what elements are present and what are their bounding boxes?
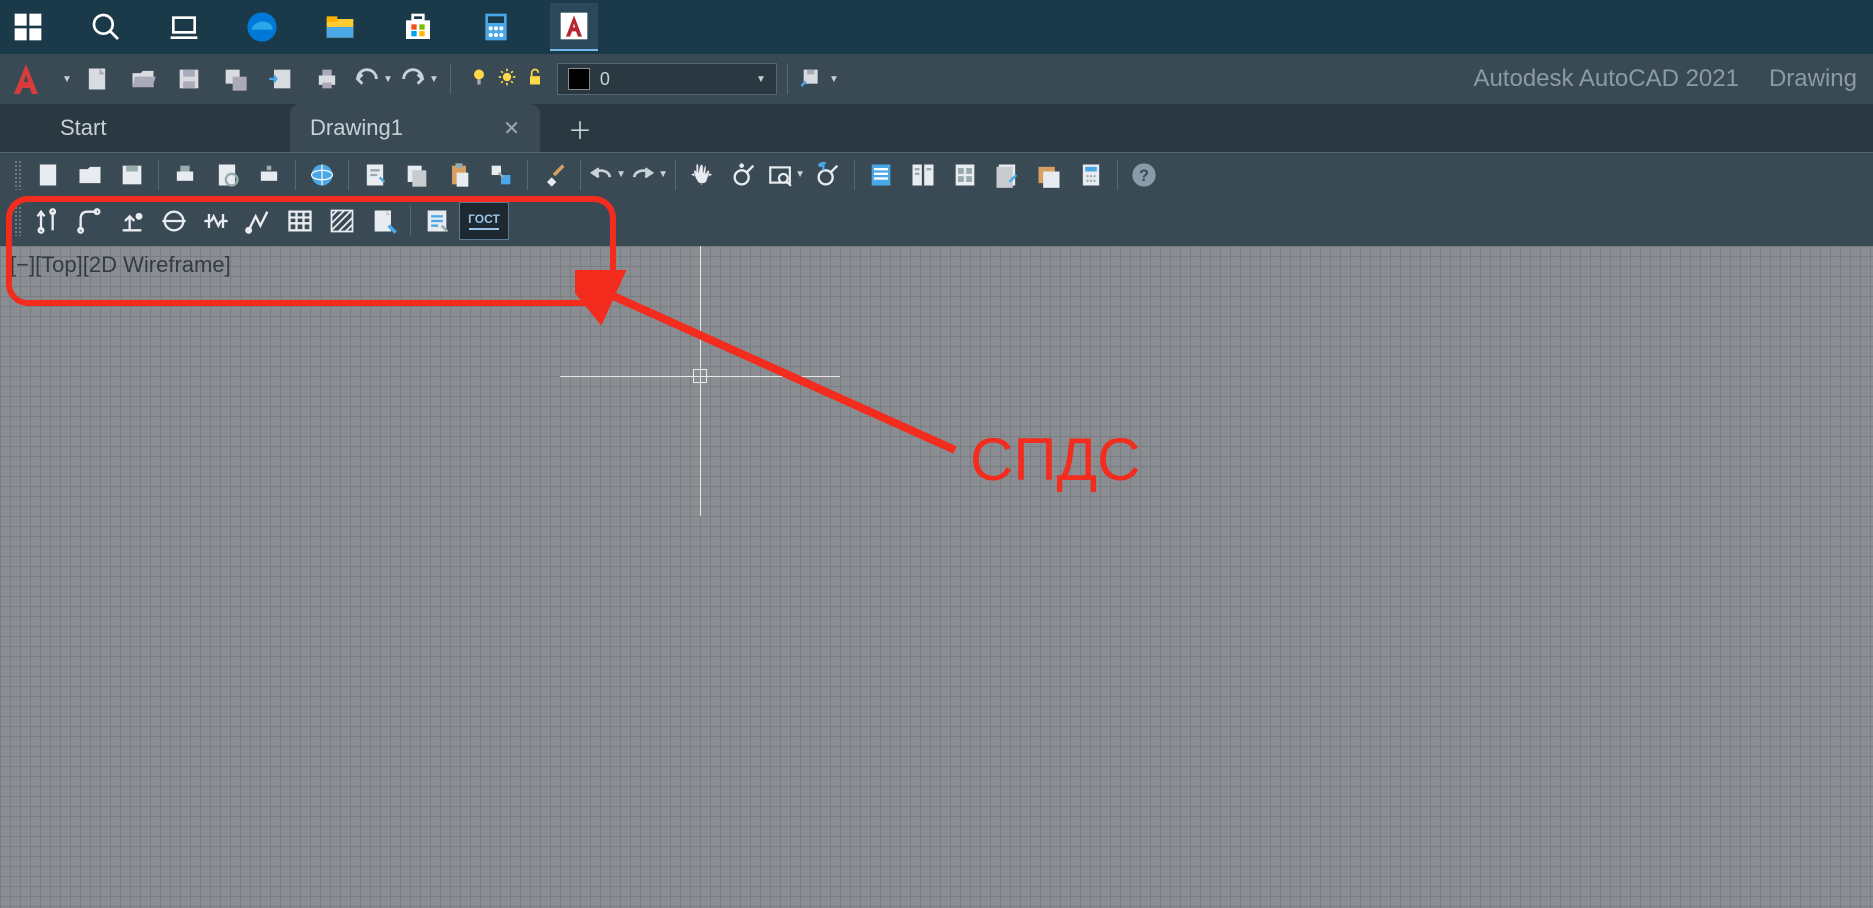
redo-icon[interactable]: ▼ [398,59,440,99]
tb-separator-2 [295,160,296,190]
spds-spec-icon[interactable] [417,202,457,240]
spds-toolbar: ГОСТ [0,196,1873,246]
layer-dropdown[interactable]: 0 ▼ [557,63,777,95]
spds-separator [410,206,411,236]
save-icon[interactable] [168,59,210,99]
start-button[interactable] [4,3,52,51]
autocad-taskbar-button[interactable] [550,3,598,51]
tb-separator [158,160,159,190]
calculator-button[interactable] [472,3,520,51]
windows-taskbar [0,0,1873,54]
spds-table-icon[interactable] [280,202,320,240]
tab-drawing1-label: Drawing1 [310,115,403,141]
tab-start[interactable]: Start [40,104,290,152]
doc-tabs-row: Start Drawing1 ✕ ＋ [0,104,1873,152]
tb-paste-icon[interactable] [439,156,479,194]
new-tab-button[interactable]: ＋ [560,108,600,148]
layer-bulb-icon[interactable] [469,67,489,92]
tb-copy-icon[interactable] [397,156,437,194]
file-explorer-button[interactable] [316,3,364,51]
tb-sheet-set-icon[interactable] [987,156,1027,194]
tb-help-icon[interactable]: ? [1124,156,1164,194]
open-icon[interactable] [122,59,164,99]
task-view-button[interactable] [160,3,208,51]
app-logo[interactable] [6,59,46,99]
svg-text:?: ? [1139,166,1149,184]
tb-paintbrush-icon[interactable] [534,156,574,194]
tb-markup-icon[interactable] [1029,156,1069,194]
new-icon[interactable] [76,59,118,99]
tb-print-icon[interactable] [165,156,205,194]
undo-icon[interactable]: ▼ [352,59,394,99]
tb-preview-icon[interactable] [207,156,247,194]
spds-axis2-icon[interactable] [70,202,110,240]
layer-color-swatch [568,68,590,90]
spds-toolbar-grip[interactable] [14,206,22,236]
tab-close-icon[interactable]: ✕ [503,116,520,141]
tb-separator-3 [348,160,349,190]
spds-hatch-icon[interactable] [322,202,362,240]
gost-label: ГОСТ [468,212,500,226]
tb-separator-4 [527,160,528,190]
spds-welding-icon[interactable] [238,202,278,240]
share-icon[interactable]: ▼ [798,59,840,99]
tab-drawing1[interactable]: Drawing1 ✕ [290,104,540,152]
edge-button[interactable] [238,3,286,51]
tab-start-label: Start [60,115,106,141]
tb-zoom-realtime-icon[interactable] [724,156,764,194]
tb-undo-icon[interactable]: ▼ [587,156,627,194]
spds-break-icon[interactable] [196,202,236,240]
tb-separator-8 [1117,160,1118,190]
tb-quickcalc-icon[interactable] [1071,156,1111,194]
tb-new-icon[interactable] [28,156,68,194]
standard-toolbar: ▼ ▼ ▼ ? [0,152,1873,196]
title-bar: ▼ ▼ ▼ 0 ▼ ▼ Autodesk AutoCAD 2021 Drawin… [0,54,1873,104]
spds-axis-icon[interactable] [28,202,68,240]
tb-globe-icon[interactable] [302,156,342,194]
tb-zoom-previous-icon[interactable] [808,156,848,194]
tb-open-icon[interactable] [70,156,110,194]
search-button[interactable] [82,3,130,51]
qat-separator-2 [787,64,788,94]
tb-separator-7 [854,160,855,190]
qat-separator [450,64,451,94]
tb-cut-icon[interactable] [355,156,395,194]
toolbar-grip[interactable] [14,160,22,190]
tb-separator-6 [675,160,676,190]
open-web-icon[interactable] [260,59,302,99]
saveas-icon[interactable] [214,59,256,99]
tb-properties-icon[interactable] [861,156,901,194]
layer-name: 0 [600,69,610,90]
tb-pan-icon[interactable] [682,156,722,194]
layer-lock-icon[interactable] [525,67,545,92]
app-title: Autodesk AutoCAD 2021 [1473,65,1739,93]
tb-tool-palettes-icon[interactable] [945,156,985,194]
drawing-canvas[interactable]: [−][Top][2D Wireframe] [0,246,1873,908]
viewport-controls[interactable]: [−][Top][2D Wireframe] [10,252,231,278]
layer-controls [461,67,553,92]
spds-gost-button[interactable]: ГОСТ [459,202,509,240]
doc-title: Drawing [1769,65,1857,93]
tb-separator-5 [580,160,581,190]
spds-format-icon[interactable] [364,202,404,240]
tb-design-center-icon[interactable] [903,156,943,194]
spds-level-icon[interactable] [112,202,152,240]
tb-save-icon[interactable] [112,156,152,194]
tb-zoom-window-icon[interactable]: ▼ [766,156,806,194]
tb-redo-icon[interactable]: ▼ [629,156,669,194]
print-icon[interactable] [306,59,348,99]
layer-sun-icon[interactable] [497,67,517,92]
spds-section-icon[interactable] [154,202,194,240]
store-button[interactable] [394,3,442,51]
tb-publish-icon[interactable] [249,156,289,194]
app-menu-caret[interactable]: ▼ [62,74,72,85]
tb-match-icon[interactable] [481,156,521,194]
